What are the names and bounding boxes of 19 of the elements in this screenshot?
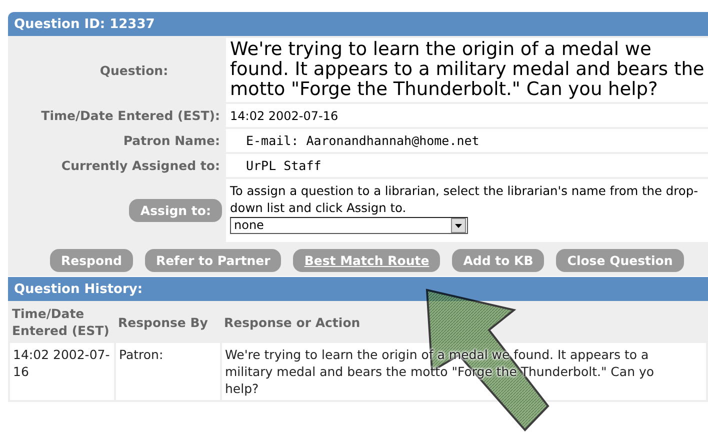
question-id-title: Question ID: 12337: [14, 16, 155, 32]
field-value: 14:02 2002-07-16: [226, 104, 708, 127]
action-button[interactable]: Add to KB: [452, 249, 544, 272]
assign-to-button[interactable]: Assign to:: [129, 199, 222, 222]
action-button[interactable]: Refer to Partner: [144, 249, 282, 272]
table-cell: Patron:: [119, 347, 164, 362]
column-header: Response or Action: [223, 314, 362, 332]
field-value: E-mail: Aaronandhannah@home.net: [226, 129, 708, 152]
field-value: We're trying to learn the origin of a medal we found. It appears to a military medal and bears the motto "Forge the Thunderbolt." Can you help?: [226, 38, 708, 102]
field-value: UrPL Staff: [226, 154, 708, 177]
column-header: Response By: [117, 314, 209, 332]
question-history-title: Question History:: [14, 282, 143, 296]
table-cell: 14:02 2002-07-16: [13, 347, 110, 379]
action-button[interactable]: Respond: [50, 249, 133, 272]
column-header: Time/Date Entered (EST): [11, 305, 110, 340]
librarian-dropdown[interactable]: none: [230, 217, 468, 234]
action-button[interactable]: Best Match Route: [293, 249, 440, 272]
assign-instructions: To assign a question to a librarian, select the librarian's name from the drop-down list and click Assign to.: [230, 183, 699, 217]
action-button[interactable]: Close Question: [556, 249, 684, 272]
